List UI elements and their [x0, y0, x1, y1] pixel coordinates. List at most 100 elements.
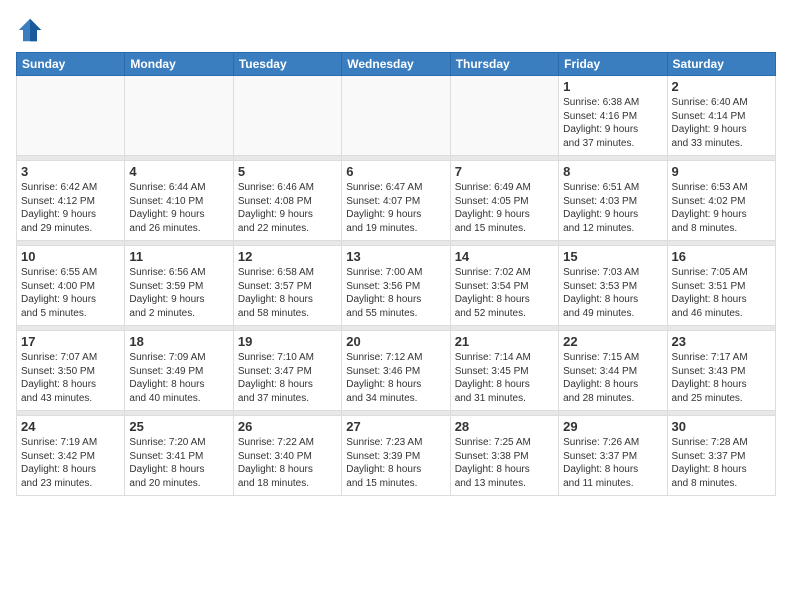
day-number: 4 [129, 164, 228, 179]
day-info: Sunrise: 7:19 AM Sunset: 3:42 PM Dayligh… [21, 436, 120, 490]
calendar-cell: 8 Sunrise: 6:51 AM Sunset: 4:03 PM Daylig… [559, 161, 667, 241]
day-number: 20 [346, 334, 445, 349]
calendar-week-row: 3Sunrise: 6:42 AM Sunset: 4:12 PM Daylig… [17, 161, 776, 241]
day-info: Sunrise: 6:47 AM Sunset: 4:07 PM Dayligh… [346, 181, 445, 235]
day-number: 3 [21, 164, 120, 179]
day-number: 5 [238, 164, 337, 179]
calendar-cell: 17 Sunrise: 7:07 AM Sunset: 3:50 PM Dayli… [17, 331, 125, 411]
weekday-header: Wednesday [342, 53, 450, 76]
day-number: 29 [563, 419, 662, 434]
calendar-cell: 4 Sunrise: 6:44 AM Sunset: 4:10 PM Daylig… [125, 161, 233, 241]
day-info: Sunrise: 7:22 AM Sunset: 3:40 PM Dayligh… [238, 436, 337, 490]
day-info: Sunrise: 7:25 AM Sunset: 3:38 PM Dayligh… [455, 436, 554, 490]
day-number: 19 [238, 334, 337, 349]
day-number: 30 [672, 419, 771, 434]
calendar-cell [342, 76, 450, 156]
day-number: 14 [455, 249, 554, 264]
calendar-week-row: 1 Sunrise: 6:38 AM Sunset: 4:16 PM Daylig… [17, 76, 776, 156]
calendar-cell: 24 Sunrise: 7:19 AM Sunset: 3:42 PM Dayli… [17, 416, 125, 496]
day-number: 8 [563, 164, 662, 179]
calendar-cell [17, 76, 125, 156]
day-number: 16 [672, 249, 771, 264]
day-number: 9 [672, 164, 771, 179]
calendar-cell [125, 76, 233, 156]
day-number: 13 [346, 249, 445, 264]
calendar-week-row: 17 Sunrise: 7:07 AM Sunset: 3:50 PM Dayli… [17, 331, 776, 411]
calendar-cell: 27 Sunrise: 7:23 AM Sunset: 3:39 PM Dayli… [342, 416, 450, 496]
day-number: 2 [672, 79, 771, 94]
weekday-header: Sunday [17, 53, 125, 76]
day-number: 1 [563, 79, 662, 94]
day-info: Sunrise: 6:58 AM Sunset: 3:57 PM Dayligh… [238, 266, 337, 320]
day-info: Sunrise: 7:28 AM Sunset: 3:37 PM Dayligh… [672, 436, 771, 490]
calendar-week-row: 24 Sunrise: 7:19 AM Sunset: 3:42 PM Dayli… [17, 416, 776, 496]
day-number: 26 [238, 419, 337, 434]
day-number: 25 [129, 419, 228, 434]
calendar-cell: 23Sunrise: 7:17 AM Sunset: 3:43 PM Dayli… [667, 331, 775, 411]
calendar-cell: 9Sunrise: 6:53 AM Sunset: 4:02 PM Daylig… [667, 161, 775, 241]
calendar-cell: 10Sunrise: 6:55 AM Sunset: 4:00 PM Dayli… [17, 246, 125, 326]
page-header [16, 16, 776, 44]
day-info: Sunrise: 6:38 AM Sunset: 4:16 PM Dayligh… [563, 96, 662, 150]
day-number: 22 [563, 334, 662, 349]
calendar-cell: 29 Sunrise: 7:26 AM Sunset: 3:37 PM Dayli… [559, 416, 667, 496]
calendar-cell: 11 Sunrise: 6:56 AM Sunset: 3:59 PM Dayli… [125, 246, 233, 326]
logo-icon [16, 16, 44, 44]
calendar-cell: 28 Sunrise: 7:25 AM Sunset: 3:38 PM Dayli… [450, 416, 558, 496]
calendar-cell: 21 Sunrise: 7:14 AM Sunset: 3:45 PM Dayli… [450, 331, 558, 411]
day-info: Sunrise: 7:17 AM Sunset: 3:43 PM Dayligh… [672, 351, 771, 405]
calendar-cell: 5 Sunrise: 6:46 AM Sunset: 4:08 PM Daylig… [233, 161, 341, 241]
day-number: 17 [21, 334, 120, 349]
day-info: Sunrise: 6:56 AM Sunset: 3:59 PM Dayligh… [129, 266, 228, 320]
day-number: 21 [455, 334, 554, 349]
day-info: Sunrise: 6:46 AM Sunset: 4:08 PM Dayligh… [238, 181, 337, 235]
calendar-cell: 6Sunrise: 6:47 AM Sunset: 4:07 PM Daylig… [342, 161, 450, 241]
calendar-cell: 30 Sunrise: 7:28 AM Sunset: 3:37 PM Dayli… [667, 416, 775, 496]
day-number: 7 [455, 164, 554, 179]
calendar-cell: 7 Sunrise: 6:49 AM Sunset: 4:05 PM Daylig… [450, 161, 558, 241]
day-info: Sunrise: 7:14 AM Sunset: 3:45 PM Dayligh… [455, 351, 554, 405]
day-info: Sunrise: 7:05 AM Sunset: 3:51 PM Dayligh… [672, 266, 771, 320]
day-info: Sunrise: 7:02 AM Sunset: 3:54 PM Dayligh… [455, 266, 554, 320]
day-info: Sunrise: 7:15 AM Sunset: 3:44 PM Dayligh… [563, 351, 662, 405]
calendar-cell: 16 Sunrise: 7:05 AM Sunset: 3:51 PM Dayli… [667, 246, 775, 326]
day-info: Sunrise: 7:09 AM Sunset: 3:49 PM Dayligh… [129, 351, 228, 405]
calendar-cell: 25Sunrise: 7:20 AM Sunset: 3:41 PM Dayli… [125, 416, 233, 496]
calendar-cell: 22 Sunrise: 7:15 AM Sunset: 3:44 PM Dayli… [559, 331, 667, 411]
weekday-header: Monday [125, 53, 233, 76]
calendar-cell: 19 Sunrise: 7:10 AM Sunset: 3:47 PM Dayli… [233, 331, 341, 411]
day-info: Sunrise: 7:23 AM Sunset: 3:39 PM Dayligh… [346, 436, 445, 490]
weekday-header: Thursday [450, 53, 558, 76]
calendar-cell: 1 Sunrise: 6:38 AM Sunset: 4:16 PM Daylig… [559, 76, 667, 156]
day-info: Sunrise: 7:07 AM Sunset: 3:50 PM Dayligh… [21, 351, 120, 405]
day-info: Sunrise: 6:51 AM Sunset: 4:03 PM Dayligh… [563, 181, 662, 235]
day-number: 18 [129, 334, 228, 349]
day-number: 27 [346, 419, 445, 434]
calendar-cell: 26 Sunrise: 7:22 AM Sunset: 3:40 PM Dayli… [233, 416, 341, 496]
day-info: Sunrise: 6:55 AM Sunset: 4:00 PM Dayligh… [21, 266, 120, 320]
day-info: Sunrise: 6:49 AM Sunset: 4:05 PM Dayligh… [455, 181, 554, 235]
calendar-cell: 20Sunrise: 7:12 AM Sunset: 3:46 PM Dayli… [342, 331, 450, 411]
day-number: 24 [21, 419, 120, 434]
calendar-cell: 3Sunrise: 6:42 AM Sunset: 4:12 PM Daylig… [17, 161, 125, 241]
day-number: 11 [129, 249, 228, 264]
weekday-header: Tuesday [233, 53, 341, 76]
day-info: Sunrise: 6:40 AM Sunset: 4:14 PM Dayligh… [672, 96, 771, 150]
page-container: SundayMondayTuesdayWednesdayThursdayFrid… [0, 0, 792, 504]
calendar-cell: 14 Sunrise: 7:02 AM Sunset: 3:54 PM Dayli… [450, 246, 558, 326]
day-info: Sunrise: 6:44 AM Sunset: 4:10 PM Dayligh… [129, 181, 228, 235]
day-info: Sunrise: 7:26 AM Sunset: 3:37 PM Dayligh… [563, 436, 662, 490]
calendar-cell: 2 Sunrise: 6:40 AM Sunset: 4:14 PM Daylig… [667, 76, 775, 156]
calendar-cell: 15 Sunrise: 7:03 AM Sunset: 3:53 PM Dayli… [559, 246, 667, 326]
calendar-cell: 13Sunrise: 7:00 AM Sunset: 3:56 PM Dayli… [342, 246, 450, 326]
calendar-cell: 18 Sunrise: 7:09 AM Sunset: 3:49 PM Dayli… [125, 331, 233, 411]
day-info: Sunrise: 7:10 AM Sunset: 3:47 PM Dayligh… [238, 351, 337, 405]
calendar-header-row: SundayMondayTuesdayWednesdayThursdayFrid… [17, 53, 776, 76]
day-number: 28 [455, 419, 554, 434]
day-number: 15 [563, 249, 662, 264]
weekday-header: Saturday [667, 53, 775, 76]
calendar-cell [450, 76, 558, 156]
day-info: Sunrise: 7:03 AM Sunset: 3:53 PM Dayligh… [563, 266, 662, 320]
calendar-week-row: 10Sunrise: 6:55 AM Sunset: 4:00 PM Dayli… [17, 246, 776, 326]
calendar-cell: 12Sunrise: 6:58 AM Sunset: 3:57 PM Dayli… [233, 246, 341, 326]
